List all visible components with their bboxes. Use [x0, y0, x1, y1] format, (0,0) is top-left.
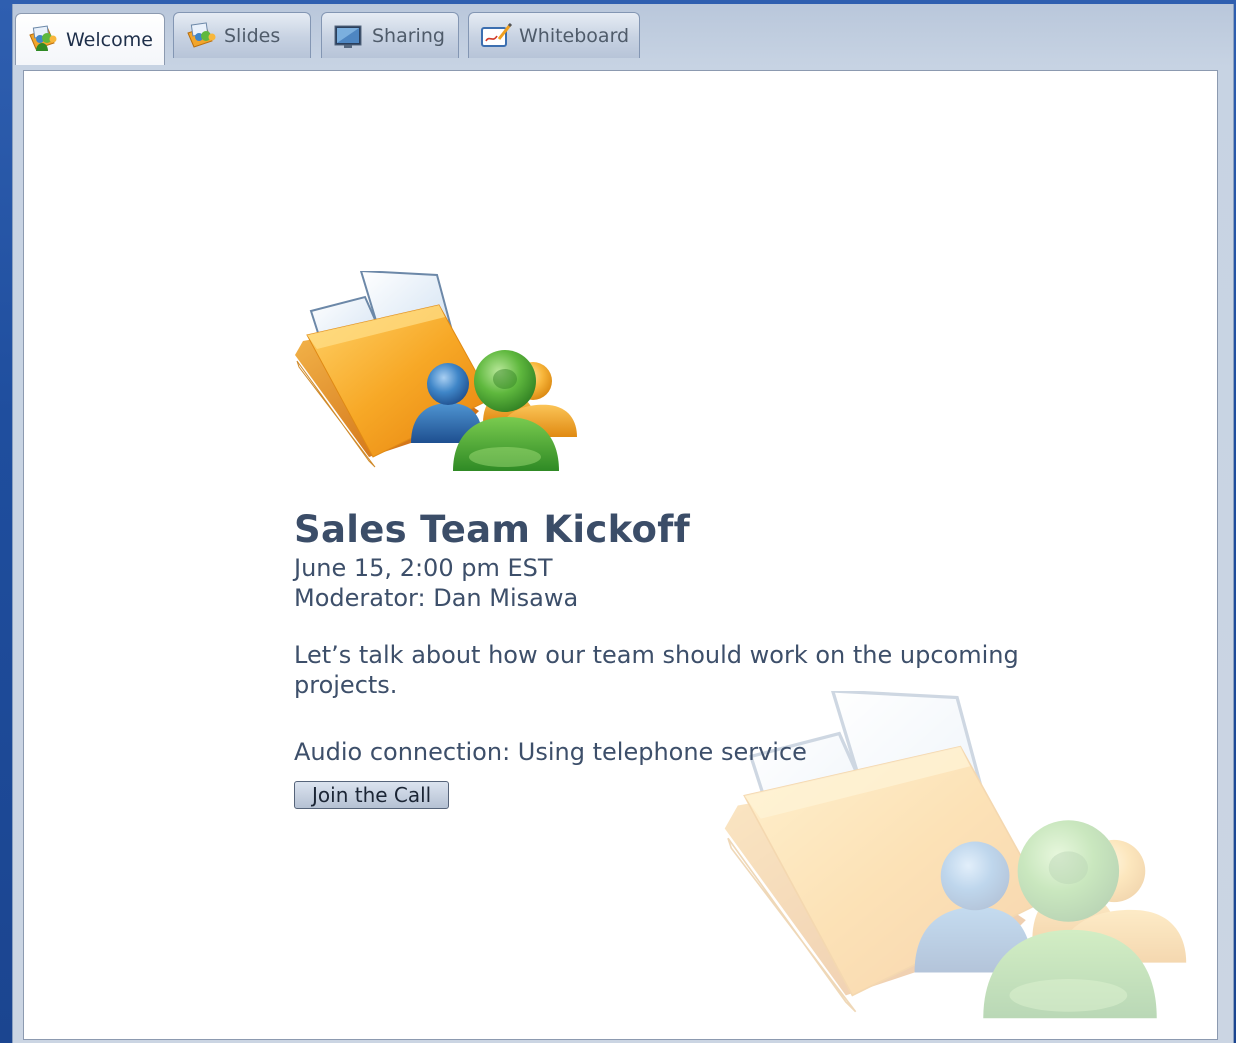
tab-label: Welcome	[66, 28, 153, 51]
tab-label: Slides	[224, 24, 281, 47]
meeting-description: Let’s talk about how our team should wor…	[294, 641, 1019, 699]
welcome-panel: Sales Team Kickoff June 15, 2:00 pm EST …	[23, 70, 1218, 1040]
meeting-datetime: June 15, 2:00 pm EST	[294, 554, 553, 582]
tab-label: Sharing	[372, 24, 445, 47]
slides-icon	[184, 21, 218, 51]
tab-sharing[interactable]: Sharing	[321, 12, 459, 58]
tab-label: Whiteboard	[519, 24, 630, 47]
join-call-button[interactable]: Join the Call	[294, 781, 450, 809]
tab-whiteboard[interactable]: Whiteboard	[468, 12, 640, 58]
audio-connection-status: Audio connection: Using telephone servic…	[294, 738, 807, 766]
tab-slides[interactable]: Slides	[173, 12, 311, 58]
welcome-icon	[26, 25, 60, 55]
sharing-icon	[332, 21, 366, 51]
meeting-logo-icon	[269, 271, 589, 491]
meeting-title: Sales Team Kickoff	[294, 508, 691, 551]
meeting-window: Welcome Slides Sharing Whiteboard Sales …	[12, 4, 1234, 1043]
tab-welcome[interactable]: Welcome	[15, 13, 165, 65]
tab-bar: Welcome Slides Sharing Whiteboard	[13, 4, 1233, 65]
meeting-info: Sales Team Kickoff June 15, 2:00 pm EST …	[294, 507, 1174, 809]
meeting-moderator: Moderator: Dan Misawa	[294, 584, 579, 612]
whiteboard-icon	[479, 21, 513, 51]
